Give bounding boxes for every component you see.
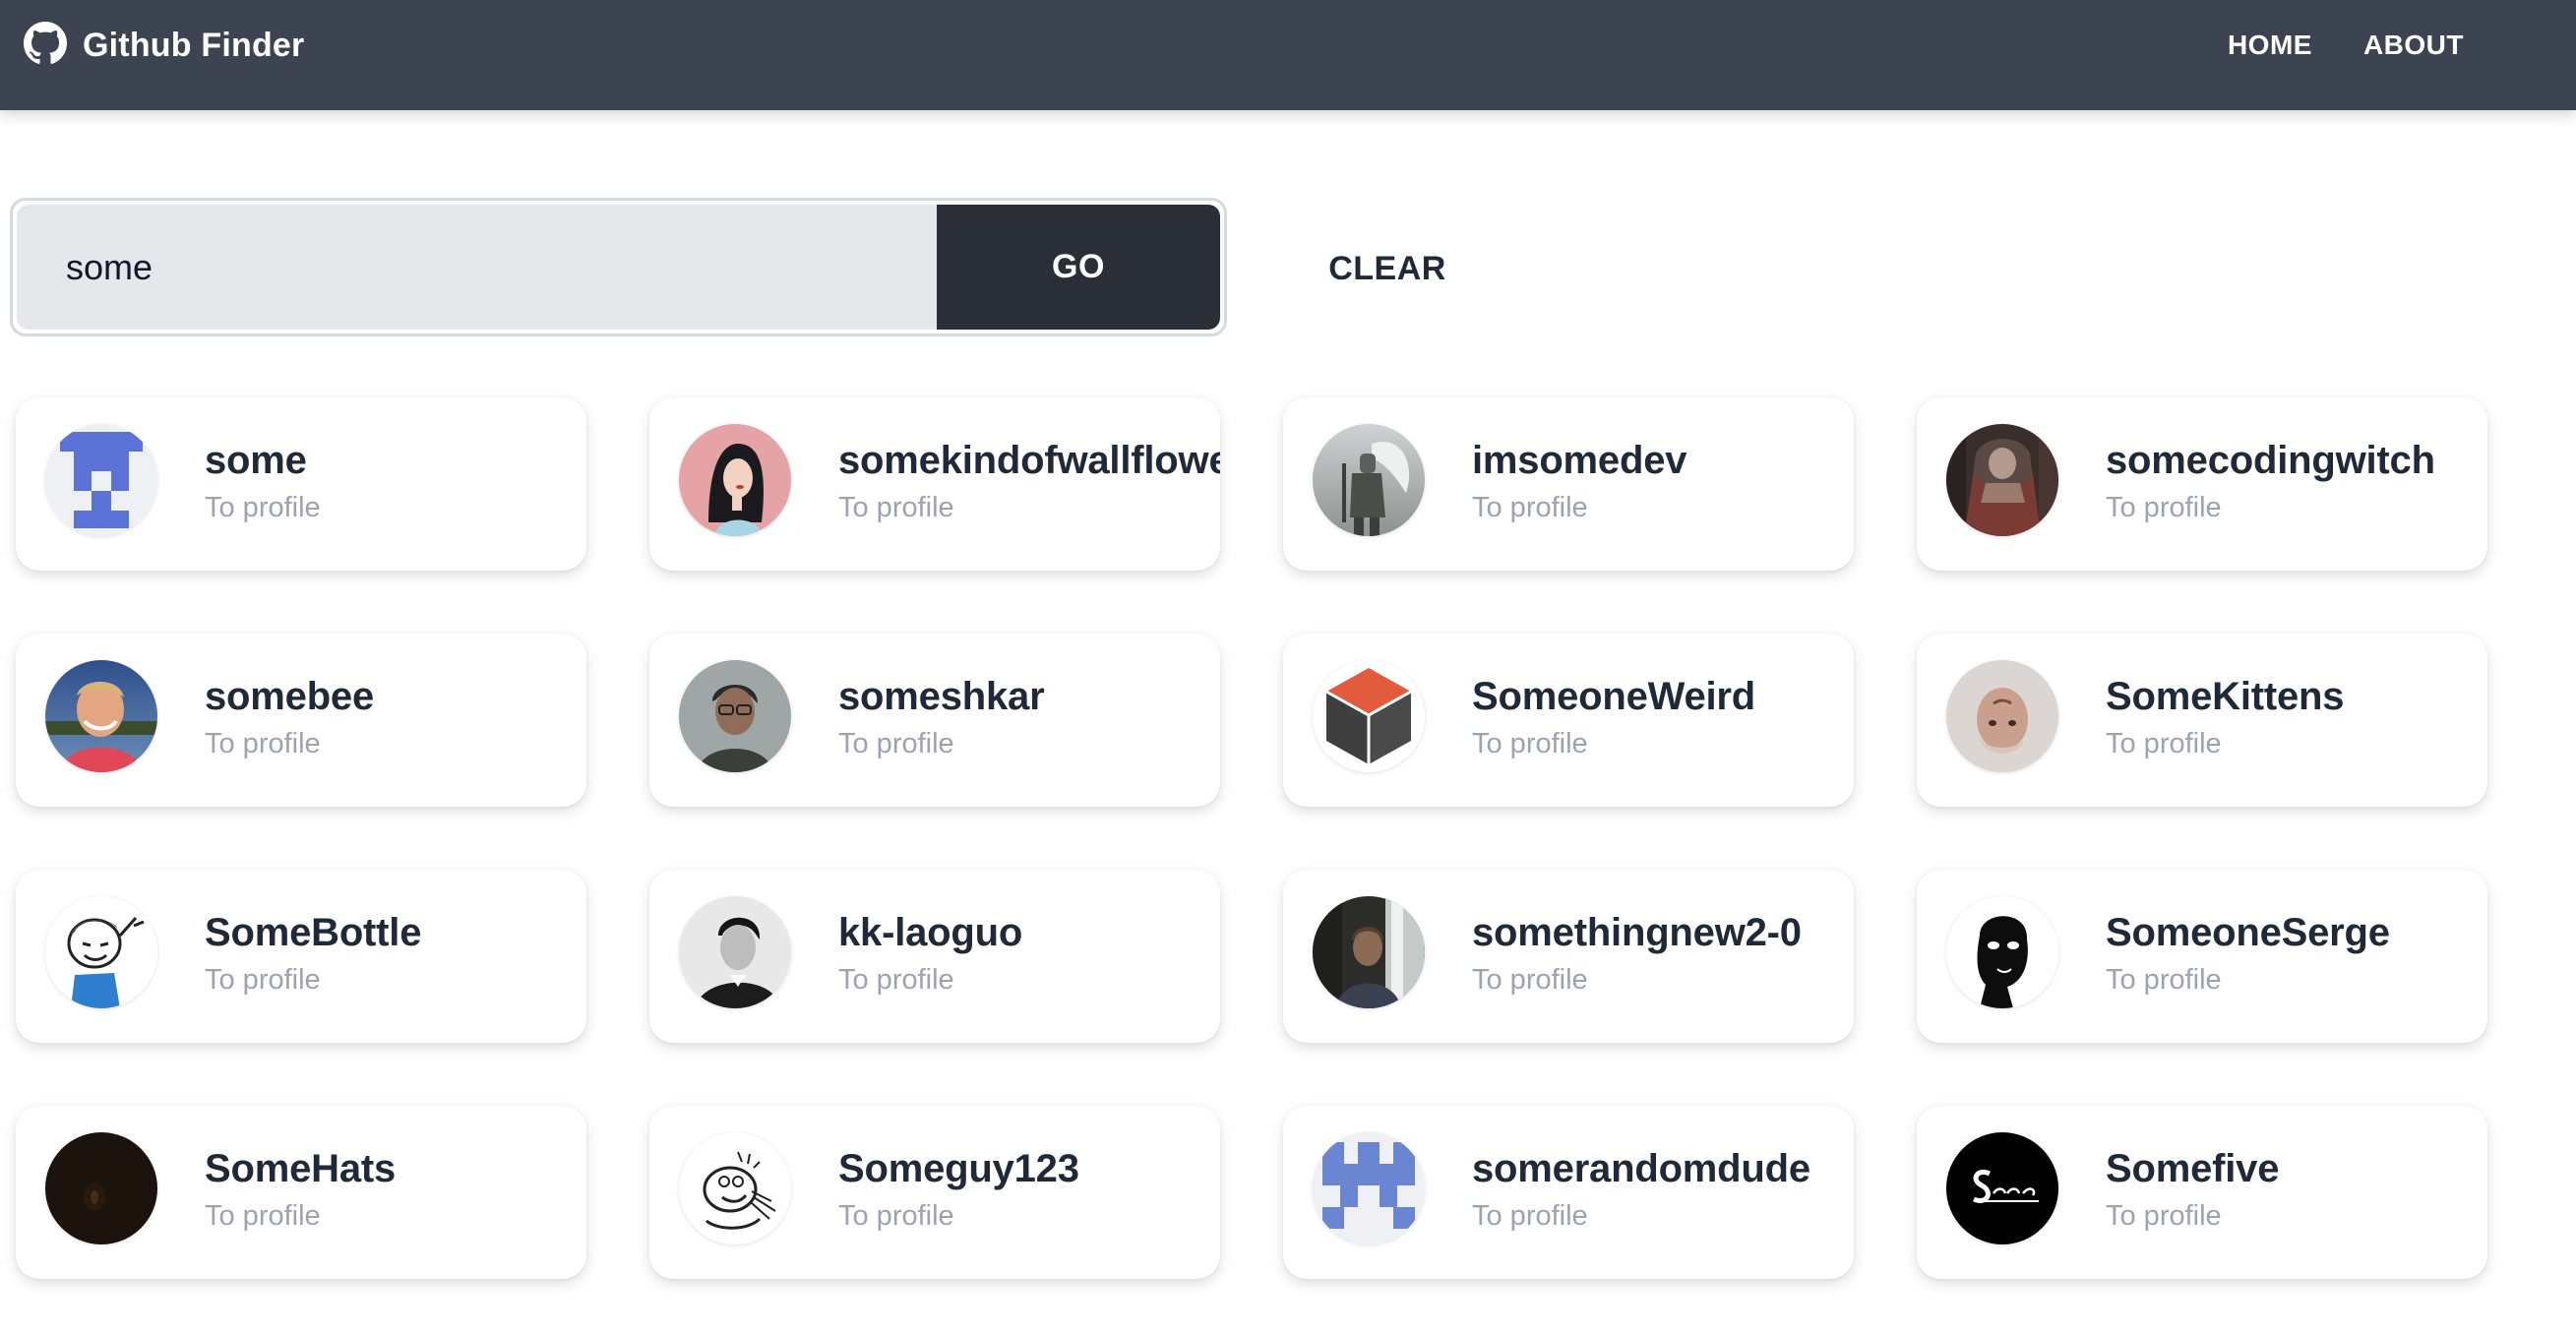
username: Someguy123 bbox=[838, 1147, 1079, 1190]
identicon-blue-pattern-icon bbox=[1313, 1132, 1425, 1244]
man-glasses-photo-icon bbox=[679, 660, 791, 772]
profile-link[interactable]: To profile bbox=[2106, 1200, 2222, 1233]
bw-portrait-photo-icon bbox=[679, 896, 791, 1008]
profile-link[interactable]: To profile bbox=[1472, 728, 1588, 760]
cube-logo-icon bbox=[1313, 660, 1425, 772]
user-card[interactable]: imsomedev To profile bbox=[1283, 397, 1854, 571]
user-card[interactable]: somekindofwallflower To profile bbox=[649, 397, 1220, 571]
smiling-man-photo-icon bbox=[45, 660, 157, 772]
dark-photo-icon bbox=[45, 1132, 157, 1244]
profile-link[interactable]: To profile bbox=[1472, 964, 1588, 997]
profile-link[interactable]: To profile bbox=[205, 492, 321, 524]
username: somerandomdude bbox=[1472, 1147, 1810, 1190]
user-card[interactable]: SomeoneWeird To profile bbox=[1283, 634, 1854, 807]
github-icon bbox=[24, 22, 67, 70]
profile-link[interactable]: To profile bbox=[2106, 492, 2222, 524]
profile-link[interactable]: To profile bbox=[2106, 728, 2222, 760]
nav-link-home[interactable]: HOME bbox=[2228, 30, 2312, 61]
profile-link[interactable]: To profile bbox=[838, 728, 954, 760]
profile-link[interactable]: To profile bbox=[205, 964, 321, 997]
username: Somefive bbox=[2106, 1147, 2280, 1190]
user-card[interactable]: some To profile bbox=[16, 397, 586, 571]
user-card[interactable]: Someguy123 To profile bbox=[649, 1106, 1220, 1279]
waterfall-man-photo-icon bbox=[1313, 896, 1425, 1008]
clear-button[interactable]: CLEAR bbox=[1309, 241, 1466, 296]
brand-link[interactable]: Github Finder bbox=[24, 22, 304, 70]
username: some bbox=[205, 439, 307, 482]
nav-links: HOME ABOUT bbox=[2228, 30, 2464, 61]
user-card[interactable]: Somefive To profile bbox=[1917, 1106, 2487, 1279]
username: somecodingwitch bbox=[2106, 439, 2435, 482]
user-card[interactable]: someshkar To profile bbox=[649, 634, 1220, 807]
profile-link[interactable]: To profile bbox=[2106, 964, 2222, 997]
profile-link[interactable]: To profile bbox=[1472, 492, 1588, 524]
profile-link[interactable]: To profile bbox=[838, 1200, 954, 1233]
user-card[interactable]: SomeBottle To profile bbox=[16, 870, 586, 1043]
profile-link[interactable]: To profile bbox=[838, 492, 954, 524]
username: imsomedev bbox=[1472, 439, 1687, 482]
username: SomeBottle bbox=[205, 911, 422, 954]
user-card[interactable]: kk-laoguo To profile bbox=[649, 870, 1220, 1043]
user-card[interactable]: somebee To profile bbox=[16, 634, 586, 807]
app-title: Github Finder bbox=[83, 27, 305, 64]
username: SomeoneWeird bbox=[1472, 675, 1756, 718]
somefive-logo-icon bbox=[1946, 1132, 2058, 1244]
username: SomeKittens bbox=[2106, 675, 2345, 718]
illustrated-woman-icon bbox=[679, 424, 791, 536]
username: somethingnew2-0 bbox=[1472, 911, 1802, 954]
nav-link-about[interactable]: ABOUT bbox=[2363, 30, 2464, 61]
user-card[interactable]: somerandomdude To profile bbox=[1283, 1106, 1854, 1279]
user-card[interactable]: SomeKittens To profile bbox=[1917, 634, 2487, 807]
go-button[interactable]: GO bbox=[937, 205, 1220, 330]
results-grid: some To profile somekindofwallflower To … bbox=[16, 397, 2489, 1279]
profile-link[interactable]: To profile bbox=[1472, 1200, 1588, 1233]
user-card[interactable]: somecodingwitch To profile bbox=[1917, 397, 2487, 571]
profile-link[interactable]: To profile bbox=[838, 964, 954, 997]
profile-link[interactable]: To profile bbox=[205, 1200, 321, 1233]
figure-photo-icon bbox=[1946, 424, 2058, 536]
search-input[interactable] bbox=[17, 205, 937, 330]
user-card[interactable]: somethingnew2-0 To profile bbox=[1283, 870, 1854, 1043]
username: somebee bbox=[205, 675, 375, 718]
username: kk-laoguo bbox=[838, 911, 1023, 954]
username: SomeoneSerge bbox=[2106, 911, 2390, 954]
user-card[interactable]: SomeHats To profile bbox=[16, 1106, 586, 1279]
identicon-blue-icon bbox=[45, 424, 157, 536]
username: SomeHats bbox=[205, 1147, 397, 1190]
navbar: Github Finder HOME ABOUT bbox=[0, 0, 2576, 110]
black-silhouette-face-icon bbox=[1946, 896, 2058, 1008]
user-card[interactable]: SomeoneSerge To profile bbox=[1917, 870, 2487, 1043]
rage-comic-face-icon bbox=[679, 1132, 791, 1244]
knight-photo-icon bbox=[1313, 424, 1425, 536]
profile-link[interactable]: To profile bbox=[205, 728, 321, 760]
username: somekindofwallflower bbox=[838, 439, 1220, 482]
search-form: GO bbox=[10, 198, 1227, 336]
upside-down-face-photo-icon bbox=[1946, 660, 2058, 772]
username: someshkar bbox=[838, 675, 1045, 718]
cartoon-character-icon bbox=[45, 896, 157, 1008]
